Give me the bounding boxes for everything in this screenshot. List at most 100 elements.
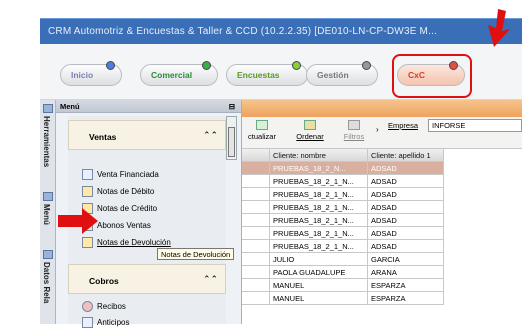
cell-nombre[interactable]: PRUEBAS_18_2_1_N... xyxy=(270,188,368,201)
cell-apellido[interactable]: ADSAD xyxy=(368,214,444,227)
refresh-button[interactable]: ctualizar xyxy=(244,120,280,141)
tools-icon xyxy=(43,104,53,113)
cell-apellido[interactable]: ADSAD xyxy=(368,201,444,214)
side-tabs: Herramientas Menú Datos Rela xyxy=(40,100,56,324)
row-selector[interactable] xyxy=(242,201,270,214)
cell-apellido[interactable]: ADSAD xyxy=(368,162,444,175)
row-selector[interactable] xyxy=(242,279,270,292)
pin-icon[interactable]: ⊟ xyxy=(229,102,235,111)
row-selector[interactable] xyxy=(242,266,270,279)
button-label: ctualizar xyxy=(248,132,276,141)
cell-nombre[interactable]: PRUEBAS_18_2_1_N... xyxy=(270,227,368,240)
arrow-right-icon xyxy=(58,208,98,234)
tab-menu[interactable]: Menú xyxy=(42,204,51,225)
cell-apellido[interactable]: ADSAD xyxy=(368,240,444,253)
sort-button[interactable]: Ordenar xyxy=(292,120,328,141)
button-label: Filtros xyxy=(343,132,365,141)
cell-nombre[interactable]: MANUEL xyxy=(270,292,368,305)
collapse-icon[interactable]: ⌃⌃ xyxy=(203,274,218,285)
menu-item-notas-devolucion[interactable]: Notas de Devolución xyxy=(82,236,171,248)
column-header[interactable]: Cliente: nombre xyxy=(270,149,368,162)
arrow-icon xyxy=(488,9,510,47)
table-row[interactable]: JULIO GARCIA xyxy=(242,253,522,266)
cell-apellido[interactable]: ADSAD xyxy=(368,188,444,201)
table-row[interactable]: PAOLA GUADALUPE ARANA xyxy=(242,266,522,279)
row-selector[interactable] xyxy=(242,162,270,175)
section-ventas[interactable]: Ventas ⌃⌃ xyxy=(68,120,226,150)
cell-apellido[interactable]: ARANA xyxy=(368,266,444,279)
grid-header: Cliente: nombre Cliente: apellido 1 xyxy=(242,149,522,162)
menu-item-recibos[interactable]: Recibos xyxy=(82,300,126,312)
tab-encuestas[interactable]: Encuestas xyxy=(226,61,308,86)
module-tabs: Inicio Comercial Encuestas Gestión CxC xyxy=(40,44,522,100)
table-row[interactable]: PRUEBAS_18_2_1_N... ADSAD xyxy=(242,201,522,214)
section-cobros[interactable]: Cobros ⌃⌃ xyxy=(68,264,226,294)
row-selector[interactable] xyxy=(242,175,270,188)
content-area: ctualizar Ordenar Filtros › Empresa INFO… xyxy=(242,100,522,324)
cell-apellido[interactable]: ADSAD xyxy=(368,175,444,188)
tab-datos[interactable]: Datos Rela xyxy=(42,262,51,303)
filter-button[interactable]: Filtros xyxy=(338,120,370,141)
cell-nombre[interactable]: PRUEBAS_18_2_1_N... xyxy=(270,214,368,227)
menu-scrollbar[interactable] xyxy=(226,116,237,160)
cell-apellido[interactable]: ESPARZA xyxy=(368,279,444,292)
cell-nombre[interactable]: PRUEBAS_18_2_1_N... xyxy=(270,240,368,253)
table-row[interactable]: PRUEBAS_18_2_1_N... ADSAD xyxy=(242,240,522,253)
tab-comercial[interactable]: Comercial xyxy=(140,61,218,86)
row-selector[interactable] xyxy=(242,188,270,201)
row-selector[interactable] xyxy=(242,227,270,240)
menu-item-anticipos[interactable]: Anticipos xyxy=(82,316,129,328)
sort-icon xyxy=(304,120,316,130)
table-row[interactable]: PRUEBAS_18_2_N... ADSAD xyxy=(242,162,522,175)
item-label: Venta Financiada xyxy=(97,169,159,179)
cell-apellido[interactable]: ESPARZA xyxy=(368,292,444,305)
cell-nombre[interactable]: MANUEL xyxy=(270,279,368,292)
menu-title: Menú xyxy=(60,102,80,111)
menu-header: Menú ⊟ xyxy=(56,100,241,113)
item-label: Notas de Débito xyxy=(97,186,155,196)
title-bar: CRM Automotriz & Encuestas & Taller & CC… xyxy=(40,18,522,44)
tab-gestion[interactable]: Gestión xyxy=(306,61,378,86)
tab-inicio[interactable]: Inicio xyxy=(60,61,122,86)
cell-nombre[interactable]: PRUEBAS_18_2_N... xyxy=(270,162,368,175)
tooltip: Notas de Devolución xyxy=(157,248,235,260)
menu-item-venta-financiada[interactable]: Venta Financiada xyxy=(82,168,159,180)
button-label: Ordenar xyxy=(296,132,324,141)
filter-icon xyxy=(348,120,360,130)
column-header[interactable] xyxy=(242,149,270,162)
table-row[interactable]: PRUEBAS_18_2_1_N... ADSAD xyxy=(242,175,522,188)
column-header[interactable]: Cliente: apellido 1 xyxy=(368,149,444,162)
row-selector[interactable] xyxy=(242,214,270,227)
row-selector[interactable] xyxy=(242,292,270,305)
refresh-icon xyxy=(256,120,268,130)
row-selector[interactable] xyxy=(242,253,270,266)
status-dot-icon xyxy=(292,61,301,70)
table-row[interactable]: PRUEBAS_18_2_1_N... ADSAD xyxy=(242,214,522,227)
tab-herramientas[interactable]: Herramientas xyxy=(42,116,51,167)
item-label: Recibos xyxy=(97,301,126,311)
chevron-right-icon[interactable]: › xyxy=(376,125,379,134)
cell-nombre[interactable]: PAOLA GUADALUPE xyxy=(270,266,368,279)
table-row[interactable]: MANUEL ESPARZA xyxy=(242,279,522,292)
table-row[interactable]: PRUEBAS_18_2_1_N... ADSAD xyxy=(242,188,522,201)
status-dot-icon xyxy=(202,61,211,70)
item-label: Notas de Devolución xyxy=(97,237,171,247)
table-row[interactable]: PRUEBAS_18_2_1_N... ADSAD xyxy=(242,227,522,240)
tab-label: Inicio xyxy=(71,70,94,80)
item-label: Abonos Ventas xyxy=(97,220,151,230)
cell-nombre[interactable]: PRUEBAS_18_2_1_N... xyxy=(270,175,368,188)
row-selector[interactable] xyxy=(242,240,270,253)
collapse-icon[interactable]: ⌃⌃ xyxy=(203,130,218,141)
table-row[interactable]: MANUEL ESPARZA xyxy=(242,292,522,305)
cell-apellido[interactable]: GARCIA xyxy=(368,253,444,266)
empresa-input[interactable]: INFORSE xyxy=(428,119,522,132)
section-label: Cobros xyxy=(89,276,119,286)
scroll-thumb[interactable] xyxy=(228,127,235,157)
section-label: Ventas xyxy=(89,132,117,142)
status-dot-icon xyxy=(106,61,115,70)
menu-item-notas-debito[interactable]: Notas de Débito xyxy=(82,185,154,197)
window-title: CRM Automotriz & Encuestas & Taller & CC… xyxy=(48,26,438,37)
cell-nombre[interactable]: JULIO xyxy=(270,253,368,266)
cell-nombre[interactable]: PRUEBAS_18_2_1_N... xyxy=(270,201,368,214)
cell-apellido[interactable]: ADSAD xyxy=(368,227,444,240)
